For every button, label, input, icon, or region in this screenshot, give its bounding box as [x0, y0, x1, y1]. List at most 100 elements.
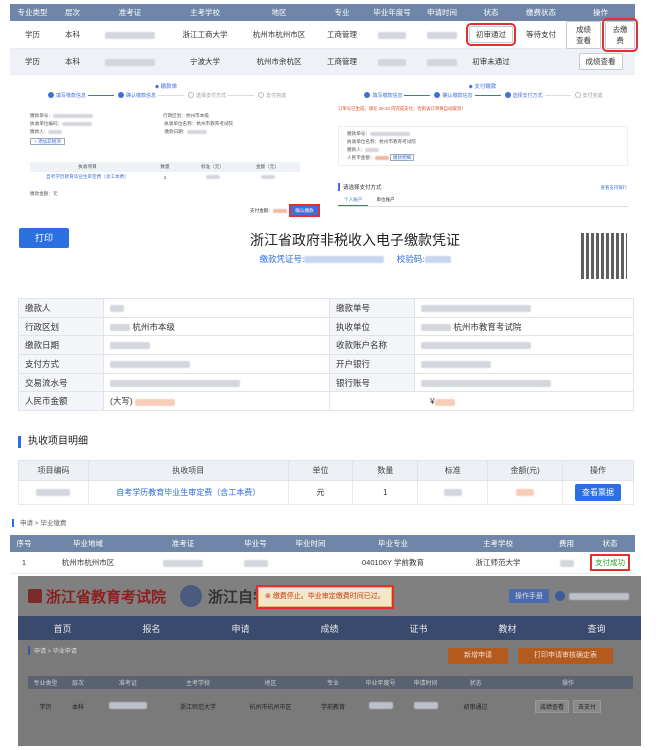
table-header: 专业类型 层次 准考证 主考学校 地区 专业 毕业年度号 申请时间 状态 缴费状… [10, 4, 635, 21]
col-header: 专业类型 [17, 8, 48, 17]
nav-home[interactable]: 首页 [18, 622, 107, 635]
table-row: 学历 本科 宁波大学 杭州市余杭区 工商管理 初审未通过 成绩查看 [10, 49, 635, 75]
cell-pay-status: 等待支付 [526, 30, 556, 39]
confirm-pay-button[interactable]: 确认缴款 [289, 204, 320, 217]
table-row: 交易流水号 银行账号 [18, 372, 634, 393]
step-indicator: 填写缴款信息 确认缴款信息 选择支付方式 支付完成 [10, 90, 322, 100]
items-section-title: 执收项目明细 [18, 436, 88, 448]
status-badge: 初审通过 [466, 23, 516, 46]
cell-grad-no [366, 30, 418, 39]
cell-status: 初审未通过 [472, 57, 510, 66]
col-header: 缴费状态 [526, 8, 556, 17]
nav-query[interactable]: 查询 [552, 622, 641, 635]
table-row: 学历 本科 浙江工商大学 杭州市杭州市区 工商管理 初审通过 等待支付 成绩查看… [10, 17, 638, 52]
manual-button[interactable]: 操作手册 [509, 589, 549, 603]
tab-personal[interactable]: 个人账户 [338, 195, 369, 206]
panel-title: ◆ 支付缴款 [468, 84, 497, 90]
detail-link[interactable]: 缴款明细 [389, 154, 415, 161]
go-pay-button[interactable]: 去支付 [573, 699, 602, 713]
qr-code [581, 233, 627, 279]
table-row: 支付方式 开户银行 [18, 354, 634, 374]
payment-process: ◆ 缴款单 填写缴款信息 确认缴款信息 选择支付方式 支付完成 缴款单号： 行政区… [10, 80, 635, 228]
table-row: 自考学历教育毕业生审定费（含工本费） 元 1 查看票据 [18, 480, 634, 505]
tab-corporate[interactable]: 单位账户 [370, 195, 400, 206]
cell-level: 本科 [65, 30, 80, 39]
site-content: 申请 > 毕业申请 新增申请 打印申请审核确定表 专业类型 层次 准考证 主考学… [18, 640, 641, 746]
score-view-button[interactable]: 成绩查看 [578, 53, 623, 70]
new-application-button[interactable]: 新增申请 [448, 648, 508, 664]
nav-register[interactable]: 报名 [107, 622, 196, 635]
table-header: 序号 毕业地域 准考证 毕业号 毕业时间 毕业专业 主考学校 费用 状态 [10, 535, 635, 552]
col-header: 状态 [483, 8, 499, 17]
cell-school: 宁波大学 [190, 57, 220, 66]
view-receipt-button[interactable]: 查看票据 [575, 484, 622, 501]
step-indicator: 填写缴款信息 确认缴款信息 选择支付方式 支付完成 [330, 90, 635, 100]
pay-method-title: 请选择支付方式 [338, 183, 382, 191]
col-header: 毕业年度号 [373, 8, 411, 17]
slip-form: 缴款单号： 行政区划：杭州市本级 执收单位编码： 执收单位名称：杭州市教育考试院 缴… [30, 113, 234, 145]
panel-title: ◆ 缴款单 [154, 84, 178, 90]
col-header: 地区 [271, 8, 287, 17]
order-info: 缴款单号： 执收单位名称：杭州市教育考试院 缴款人： 人民币金额： 缴款明细 [338, 126, 628, 166]
slip-pay-area: 支付金额： 确认缴款 [250, 204, 320, 217]
payment-method-panel: ◆ 支付缴款 填写缴款信息 确认缴款信息 选择支付方式 支付完成 订单号已生成，… [330, 80, 635, 228]
grad-payment-table: 序号 毕业地域 准考证 毕业号 毕业时间 毕业专业 主考学校 费用 状态 1 杭… [10, 535, 635, 574]
print-confirm-button[interactable]: 打印申请审核确定表 [518, 648, 613, 664]
logo-icon [28, 589, 42, 603]
slip-item-row: 自考学历教育毕业生审定费（含工本费） 1 [30, 174, 300, 180]
supported-banks-link[interactable]: 查看支持银行 [601, 185, 627, 191]
voucher-codes: 缴款凭证号: 校验码: [0, 253, 670, 265]
item-name: 自考学历教育毕业生审定费（含工本费） [87, 480, 289, 505]
exam-site-screenshot: 浙江省教育考试院 浙江自学 操作手册 ⊗ 缴费停止。毕业审定缴费时间已过。 首页… [18, 576, 641, 746]
site-name: 浙江省教育考试院 [46, 589, 167, 606]
cell-major: 工商管理 [327, 57, 357, 66]
add-item-link[interactable]: + 添加非税项 [30, 138, 65, 145]
cell-status: 初审通过 [466, 23, 516, 46]
cell-exam-id [90, 30, 170, 39]
status-badge: 支付成功 [590, 554, 630, 571]
pay-tabs: 个人账户 单位账户 [338, 195, 628, 207]
col-header: 主考学校 [190, 8, 220, 17]
col-header: 专业 [334, 8, 350, 17]
table-row: 1 杭州市杭州市区 040106Y 学前教育 浙江师范大学 支付成功 [10, 552, 635, 574]
col-header: 准考证 [118, 8, 142, 17]
table-header: 项目编码 执收项目 单位 数量 标准 金额(元) 操作 [18, 460, 634, 481]
cell-school: 浙江工商大学 [182, 30, 228, 39]
col-header: 操作 [593, 8, 608, 17]
table-row: 缴款日期 收款账户名称 [18, 335, 634, 356]
score-view-button[interactable]: 成绩查看 [566, 20, 602, 49]
nav-scores[interactable]: 成绩 [285, 622, 374, 635]
cell-type: 学历 [25, 30, 40, 39]
nav-textbooks[interactable]: 教材 [463, 622, 552, 635]
application-table: 专业类型 层次 准考证 主考学校 地区 专业 毕业年度号 申请时间 状态 缴费状… [10, 4, 638, 75]
cell-region: 杭州市杭州市区 [252, 30, 306, 39]
cell-region: 杭州市余杭区 [256, 57, 302, 66]
emblem-icon [180, 585, 203, 607]
cell-apply-time [418, 30, 466, 39]
nav-apply[interactable]: 申请 [196, 622, 285, 635]
cell-apply-time [418, 57, 466, 66]
items-table: 项目编码 执收项目 单位 数量 标准 金额(元) 操作 自考学历教育毕业生审定费… [18, 460, 634, 505]
slip-items-header: 执收项目 数量 标准（元） 金额（元） [30, 162, 300, 172]
table-row: 缴款人 缴款单号 [18, 298, 634, 318]
breadcrumb: 申请 > 毕业缴费 [12, 517, 66, 527]
slip-total: 缴款金额：元 [30, 191, 58, 196]
table-row: 人民币金额 (大写) ¥ [18, 391, 634, 412]
voucher-title: 浙江省政府非税收入电子缴款凭证 [250, 232, 460, 248]
cell-actions: 成绩查看 [566, 53, 635, 70]
score-view-button[interactable]: 成绩查看 [534, 699, 569, 713]
voucher-table: 缴款人 缴款单号 行政区划 杭州市本级 执收单位 杭州市教育考试院 缴款日期 收… [18, 298, 634, 412]
go-pay-button[interactable]: 去缴费 [602, 17, 638, 52]
cell-level: 本科 [65, 57, 80, 66]
user-icon[interactable] [555, 591, 565, 601]
cell-grad-no [366, 57, 418, 66]
main-nav: 首页 报名 申请 成绩 证书 教材 查询 [18, 616, 641, 640]
cell-actions: 成绩查看 去缴费 [566, 17, 638, 52]
cell-major: 工商管理 [327, 30, 357, 39]
col-header: 申请时间 [427, 8, 457, 17]
cell-type: 学历 [25, 57, 40, 66]
table-header: 专业类型 层次 准考证 主考学校 地区 专业 毕业年度号 申请时间 状态 操作 [28, 676, 633, 689]
payment-slip-panel: ◆ 缴款单 填写缴款信息 确认缴款信息 选择支付方式 支付完成 缴款单号： 行政区… [10, 80, 322, 228]
alert-banner: ⊗ 缴费停止。毕业审定缴费时间已过。 [256, 585, 394, 609]
nav-certificates[interactable]: 证书 [374, 622, 463, 635]
